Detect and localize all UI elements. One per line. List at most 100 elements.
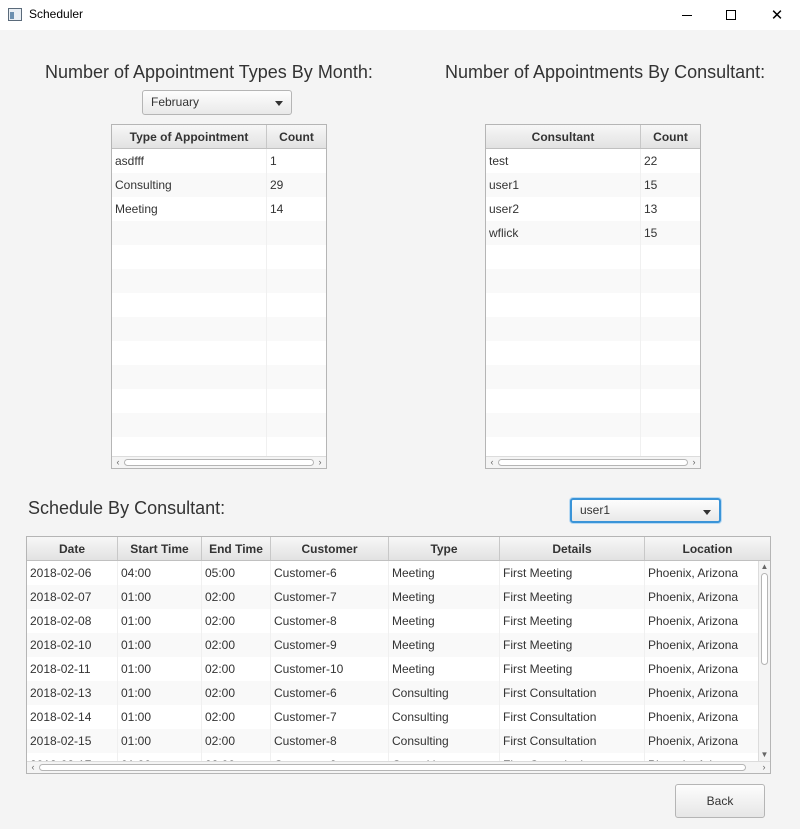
column-header-date[interactable]: Date [27,537,118,560]
empty-table-row[interactable] [112,269,326,293]
table-cell [267,293,326,317]
table-row[interactable]: user1 15 [486,173,700,197]
table-cell: Phoenix, Arizona [648,590,739,604]
table-cell [267,245,326,269]
empty-table-row[interactable] [112,245,326,269]
column-header-count[interactable]: Count [641,125,700,148]
scroll-up-icon[interactable]: ▲ [759,561,770,573]
table-row[interactable]: wflick 15 [486,221,700,245]
empty-table-row[interactable] [112,365,326,389]
table-row[interactable]: 2018-02-13 01:00 02:00 Customer-6 Consulting… [27,681,770,705]
horizontal-scrollbar[interactable]: ‹ › [27,761,770,773]
table-cell: 01:00 [118,681,202,705]
scroll-right-icon[interactable]: › [758,762,770,773]
table-cell: wflick [486,221,641,245]
back-button[interactable]: Back [675,784,765,818]
close-button[interactable]: ✕ [754,0,800,30]
table-cell: 2018-02-07 [27,585,118,609]
column-header-count[interactable]: Count [267,125,326,148]
minimize-button[interactable] [664,0,710,30]
month-select[interactable]: February [142,90,292,115]
table-cell: 02:00 [202,657,271,681]
table-row[interactable]: Meeting 14 [112,197,326,221]
empty-table-row[interactable] [112,341,326,365]
scroll-down-icon[interactable]: ▼ [759,749,770,761]
table-row[interactable]: 2018-02-07 01:00 02:00 Customer-7 Meeting Fir… [27,585,770,609]
empty-table-row[interactable] [486,293,700,317]
table-cell [267,317,326,341]
empty-table-row[interactable] [112,293,326,317]
empty-table-row[interactable] [486,389,700,413]
empty-table-row[interactable] [112,413,326,437]
consultant-select[interactable]: user1 [570,498,721,523]
table-cell: 2018-02-13 [27,681,118,705]
maximize-icon [726,10,736,20]
table-cell: Meeting [112,197,267,221]
column-header-type[interactable]: Type of Appointment [112,125,267,148]
table-cell: 02:00 [202,609,271,633]
table-cell: 01:00 [118,585,202,609]
table-row[interactable]: user2 13 [486,197,700,221]
horizontal-scrollbar[interactable]: ‹ › [486,456,700,468]
table-cell [486,341,641,365]
table-cell: First Consultation [500,681,645,705]
table-cell: 02:00 [202,705,271,729]
scroll-right-icon[interactable]: › [314,457,326,468]
table-cell: 15 [644,178,658,192]
column-header-location[interactable]: Location [645,537,770,560]
table-row[interactable]: 2018-02-11 01:00 02:00 Customer-10 Meeting Fi… [27,657,770,681]
column-header-details[interactable]: Details [500,537,645,560]
column-header-type[interactable]: Type [389,537,500,560]
empty-table-row[interactable] [112,221,326,245]
chevron-down-icon [275,101,283,106]
maximize-button[interactable] [708,0,754,30]
table-cell [267,365,326,389]
table-row[interactable]: asdfff 1 [112,149,326,173]
scroll-left-icon[interactable]: ‹ [27,762,39,773]
scroll-left-icon[interactable]: ‹ [486,457,498,468]
table-cell [267,413,326,437]
scrollbar-thumb[interactable] [39,764,746,771]
vertical-scrollbar[interactable]: ▲ ▼ [758,561,770,761]
table-row[interactable]: 2018-02-15 01:00 02:00 Customer-8 Consulting… [27,729,770,753]
table-row[interactable]: test 22 [486,149,700,173]
empty-table-row[interactable] [486,245,700,269]
empty-table-row[interactable] [486,341,700,365]
scrollbar-thumb[interactable] [124,459,314,466]
schedule-table[interactable]: Date Start Time End Time Customer Type D… [26,536,771,774]
horizontal-scrollbar[interactable]: ‹ › [112,456,326,468]
table-cell: Customer-8 [271,729,389,753]
table-cell [486,269,641,293]
table-cell: 01:00 [118,609,202,633]
chevron-down-icon [703,510,711,515]
table-row[interactable]: 2018-02-06 04:00 05:00 Customer-6 Meeting Fir… [27,561,770,585]
table-row[interactable]: 2018-02-10 01:00 02:00 Customer-9 Meeting Fir… [27,633,770,657]
column-header-start-time[interactable]: Start Time [118,537,202,560]
column-header-end-time[interactable]: End Time [202,537,271,560]
scrollbar-thumb[interactable] [761,573,768,665]
column-header-consultant[interactable]: Consultant [486,125,641,148]
table-cell [267,221,326,245]
empty-table-row[interactable] [486,317,700,341]
table-row[interactable]: 2018-02-08 01:00 02:00 Customer-8 Meeting Fir… [27,609,770,633]
empty-table-row[interactable] [112,389,326,413]
empty-table-row[interactable] [486,365,700,389]
empty-table-row[interactable] [112,317,326,341]
consultant-count-table[interactable]: Consultant Count test 22 user1 15 user2 13 wfl… [485,124,701,469]
table-row[interactable]: Consulting 29 [112,173,326,197]
table-cell [112,317,267,341]
scroll-left-icon[interactable]: ‹ [112,457,124,468]
table-row[interactable]: 2018-02-14 01:00 02:00 Customer-7 Consulting… [27,705,770,729]
empty-table-row[interactable] [486,413,700,437]
table-cell: 04:00 [118,561,202,585]
table-cell: user1 [486,173,641,197]
column-header-customer[interactable]: Customer [271,537,389,560]
table-cell [641,389,700,413]
table-cell [112,245,267,269]
empty-table-row[interactable] [486,269,700,293]
table-header: Consultant Count [486,125,700,149]
scrollbar-thumb[interactable] [498,459,688,466]
scroll-right-icon[interactable]: › [688,457,700,468]
appointment-types-table[interactable]: Type of Appointment Count asdfff 1 Consult… [111,124,327,469]
table-cell: Phoenix, Arizona [648,662,739,676]
